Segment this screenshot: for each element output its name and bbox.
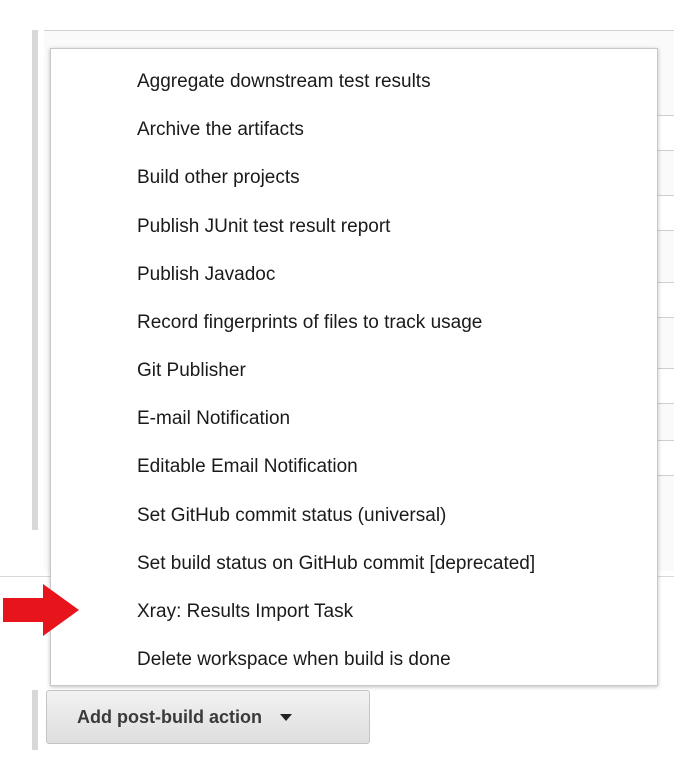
menu-item-label: E-mail Notification: [137, 408, 291, 430]
caret-down-icon: [279, 713, 292, 721]
menu-item-label: Publish JUnit test result report: [137, 215, 391, 237]
menu-item-publish-javadoc[interactable]: Publish Javadoc: [91, 251, 657, 299]
menu-item-label: Aggregate downstream test results: [137, 70, 431, 92]
menu-item-email-notification[interactable]: E-mail Notification: [91, 395, 657, 443]
add-post-build-action-button[interactable]: Add post-build action: [46, 690, 370, 744]
menu-item-record-fingerprints[interactable]: Record fingerprints of files to track us…: [91, 299, 657, 347]
post-build-action-menu: Aggregate downstream test results Archiv…: [50, 48, 658, 686]
menu-item-label: Delete workspace when build is done: [137, 649, 451, 671]
menu-item-git-publisher[interactable]: Git Publisher: [91, 347, 657, 395]
menu-item-label: Build other projects: [137, 167, 300, 189]
menu-item-label: Xray: Results Import Task: [137, 601, 354, 623]
menu-item-editable-email-notification[interactable]: Editable Email Notification: [91, 444, 657, 492]
menu-item-label: Git Publisher: [137, 360, 246, 382]
menu-item-xray-results-import-task[interactable]: Xray: Results Import Task: [91, 588, 657, 636]
menu-item-label: Editable Email Notification: [137, 456, 358, 478]
red-arrow-icon: [3, 584, 79, 636]
menu-item-set-build-status-github-deprecated[interactable]: Set build status on GitHub commit [depre…: [91, 540, 657, 588]
menu-item-build-other-projects[interactable]: Build other projects: [91, 154, 657, 202]
menu-item-label: Set GitHub commit status (universal): [137, 504, 447, 526]
menu-item-label: Set build status on GitHub commit [depre…: [137, 552, 536, 574]
menu-item-archive-artifacts[interactable]: Archive the artifacts: [91, 106, 657, 154]
menu-item-label: Archive the artifacts: [137, 119, 304, 141]
config-section-bar: [32, 30, 38, 530]
menu-item-set-github-commit-status[interactable]: Set GitHub commit status (universal): [91, 492, 657, 540]
menu-item-aggregate-downstream-test-results[interactable]: Aggregate downstream test results: [91, 58, 657, 106]
config-section-bar-lower: [32, 690, 38, 750]
menu-item-label: Record fingerprints of files to track us…: [137, 311, 483, 333]
menu-item-label: Publish Javadoc: [137, 263, 276, 285]
menu-item-publish-junit-report[interactable]: Publish JUnit test result report: [91, 203, 657, 251]
menu-item-delete-workspace[interactable]: Delete workspace when build is done: [91, 636, 657, 684]
add-post-build-action-label: Add post-build action: [77, 706, 262, 727]
